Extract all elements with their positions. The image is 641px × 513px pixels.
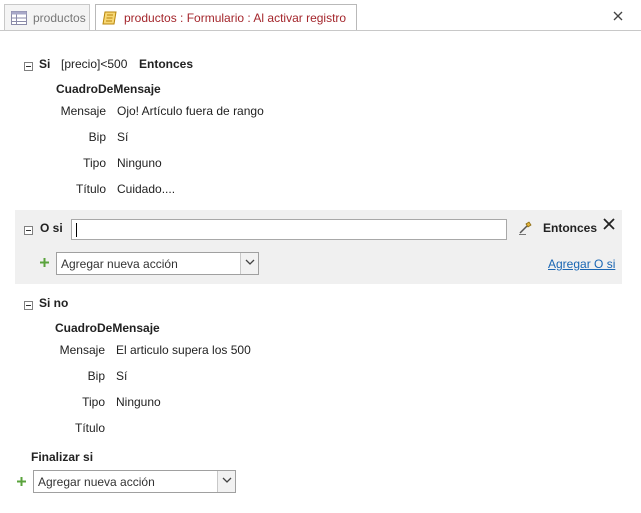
if-condition[interactable]: [precio]<500	[61, 57, 127, 71]
tab-strip-divider	[0, 30, 641, 31]
document-tab-strip: productos productos : Formulario : Al ac…	[0, 0, 641, 31]
collapse-if-icon[interactable]	[24, 60, 33, 71]
elseif-then-keyword: Entonces	[543, 221, 598, 235]
close-tab-icon[interactable]	[610, 8, 626, 24]
tab-productos-table[interactable]: productos	[4, 4, 90, 30]
end-if-keyword: Finalizar si	[31, 450, 94, 464]
if-keyword: Si	[39, 57, 51, 71]
arg-value-bip[interactable]: Sí	[116, 369, 127, 383]
arg-label-titulo: Título	[75, 182, 106, 196]
arg-label-tipo: Tipo	[82, 395, 105, 409]
if-then-keyword: Entonces	[139, 57, 194, 71]
else-keyword: Si no	[39, 296, 69, 310]
delete-block-icon[interactable]	[602, 217, 616, 231]
arg-label-mensaje: Mensaje	[60, 104, 106, 118]
tab-macro-form-event[interactable]: productos : Formulario : Al activar regi…	[95, 4, 357, 31]
arg-value-tipo[interactable]: Ninguno	[116, 395, 161, 409]
bottom-add-action-combo[interactable]: Agregar nueva acción	[33, 470, 236, 493]
add-elseif-link[interactable]: Agregar O si	[548, 257, 615, 271]
elseif-keyword: O si	[40, 221, 63, 235]
arg-label-bip: Bip	[88, 130, 106, 144]
arg-label-mensaje: Mensaje	[59, 343, 105, 357]
expression-builder-icon[interactable]	[518, 220, 534, 236]
macro-icon	[102, 10, 118, 26]
dropdown-arrow-icon[interactable]	[217, 471, 235, 492]
text-caret	[76, 223, 77, 237]
arg-value-tipo[interactable]: Ninguno	[117, 156, 162, 170]
arg-label-bip: Bip	[87, 369, 105, 383]
arg-value-mensaje[interactable]: Ojo! Artículo fuera de rango	[117, 104, 264, 118]
arg-value-mensaje[interactable]: El articulo supera los 500	[116, 343, 251, 357]
collapse-elseif-icon[interactable]	[24, 224, 33, 235]
combo-placeholder: Agregar nueva acción	[38, 475, 155, 489]
add-action-plus-icon	[40, 256, 49, 267]
arg-value-titulo[interactable]: Cuidado....	[117, 182, 175, 196]
arg-label-titulo: Título	[74, 421, 105, 435]
elseif-add-action-combo[interactable]: Agregar nueva acción	[56, 252, 259, 275]
add-action-plus-icon	[17, 475, 26, 486]
dropdown-arrow-icon[interactable]	[240, 253, 258, 274]
if-action-name[interactable]: CuadroDeMensaje	[56, 82, 161, 96]
else-action-name[interactable]: CuadroDeMensaje	[55, 321, 160, 335]
tab-label: productos : Formulario : Al activar regi…	[124, 10, 347, 25]
collapse-else-icon[interactable]	[24, 299, 33, 310]
tab-label: productos	[33, 10, 86, 25]
arg-value-bip[interactable]: Sí	[117, 130, 128, 144]
elseif-condition-input[interactable]	[71, 219, 507, 240]
combo-placeholder: Agregar nueva acción	[61, 257, 178, 271]
arg-label-tipo: Tipo	[83, 156, 106, 170]
table-icon	[11, 10, 27, 25]
